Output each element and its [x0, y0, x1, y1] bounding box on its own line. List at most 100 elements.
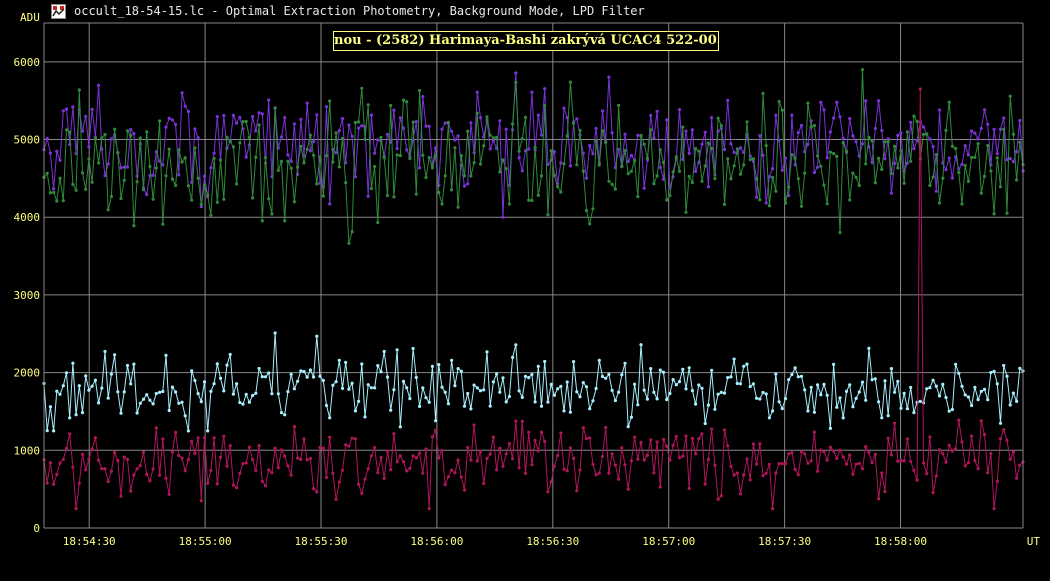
- series-point-1: [488, 133, 492, 137]
- series-point-0: [414, 120, 418, 124]
- series-point-0: [755, 195, 759, 199]
- series-point-3: [954, 447, 958, 451]
- series-point-2: [55, 389, 59, 393]
- series-point-2: [979, 389, 983, 393]
- series-point-1: [848, 198, 852, 202]
- series-point-2: [732, 357, 736, 361]
- series-point-1: [462, 174, 467, 178]
- series-point-1: [825, 202, 829, 206]
- series-point-3: [145, 472, 149, 476]
- series-point-1: [809, 125, 813, 129]
- series-point-3: [620, 446, 624, 450]
- series-point-1: [527, 198, 531, 202]
- series-point-1: [735, 147, 739, 151]
- series-point-0: [244, 155, 248, 159]
- series-point-2: [485, 350, 489, 354]
- series-point-2: [472, 383, 476, 387]
- series-point-1: [764, 144, 768, 148]
- series-point-1: [652, 182, 656, 186]
- series-point-1: [366, 103, 370, 107]
- series-point-3: [164, 476, 168, 480]
- series-point-1: [292, 200, 296, 204]
- series-point-3: [129, 489, 133, 493]
- series-point-3: [886, 436, 890, 440]
- series-point-3: [867, 450, 871, 455]
- series-point-1: [915, 119, 919, 124]
- series-point-3: [726, 444, 730, 448]
- y-tick-label: 0: [33, 522, 40, 535]
- series-point-3: [344, 443, 348, 447]
- series-point-0: [877, 99, 881, 103]
- series-point-1: [552, 173, 557, 177]
- y-tick-label: 5000: [14, 134, 41, 147]
- series-point-3: [437, 456, 441, 460]
- series-point-2: [408, 397, 412, 401]
- series-point-1: [998, 185, 1003, 189]
- series-point-3: [581, 426, 585, 430]
- series-point-0: [315, 113, 319, 117]
- series-point-2: [106, 396, 110, 400]
- series-point-2: [533, 400, 537, 404]
- series-point-2: [273, 331, 277, 335]
- series-point-0: [405, 148, 409, 152]
- series-point-2: [276, 392, 280, 396]
- series-point-1: [270, 212, 274, 216]
- series-point-0: [64, 107, 69, 111]
- series-point-2: [745, 362, 749, 366]
- series-point-3: [235, 486, 239, 490]
- series-point-2: [135, 411, 139, 415]
- series-point-2: [963, 393, 967, 397]
- series-point-2: [674, 383, 678, 387]
- series-point-1: [376, 220, 380, 225]
- series-point-0: [921, 125, 926, 129]
- series-point-1: [539, 174, 544, 178]
- series-point-1: [957, 170, 961, 175]
- series-point-2: [164, 353, 168, 357]
- series-point-1: [947, 100, 951, 104]
- series-point-2: [764, 392, 768, 396]
- series-point-0: [796, 131, 800, 135]
- series-point-0: [886, 137, 890, 141]
- series-point-2: [873, 377, 877, 381]
- series-point-2: [995, 382, 999, 386]
- series-point-3: [921, 461, 926, 465]
- series-point-2: [334, 380, 338, 384]
- series-point-3: [928, 435, 932, 439]
- series-point-3: [366, 467, 370, 471]
- series-point-1: [780, 108, 784, 112]
- series-point-1: [507, 202, 511, 206]
- series-point-0: [979, 126, 983, 130]
- series-point-3: [860, 467, 865, 471]
- series-point-1: [231, 145, 235, 149]
- series-point-3: [523, 471, 528, 475]
- series-point-2: [960, 384, 964, 388]
- series-point-0: [944, 168, 948, 172]
- series-point-0: [106, 162, 110, 166]
- series-point-2: [517, 389, 521, 393]
- series-point-3: [777, 462, 781, 466]
- series-point-1: [581, 169, 585, 173]
- x-tick-label: 18:56:00: [410, 535, 463, 548]
- series-point-2: [941, 382, 945, 386]
- series-point-3: [260, 479, 264, 483]
- series-point-3: [960, 440, 964, 444]
- series-point-3: [158, 473, 162, 477]
- series-point-1: [501, 158, 505, 162]
- series-point-2: [767, 416, 772, 420]
- series-point-2: [735, 381, 739, 386]
- series-point-2: [238, 400, 242, 405]
- series-point-2: [170, 385, 174, 389]
- series-point-0: [851, 134, 855, 138]
- series-point-3: [684, 434, 688, 438]
- series-point-3: [485, 456, 489, 461]
- series-point-3: [934, 474, 938, 478]
- series-point-1: [267, 197, 271, 201]
- series-point-3: [469, 458, 473, 462]
- series-point-0: [427, 124, 431, 128]
- x-tick-label: 18:54:30: [63, 535, 116, 548]
- series-point-0: [466, 182, 470, 186]
- series-point-2: [681, 367, 685, 371]
- series-point-3: [639, 440, 643, 444]
- series-point-2: [270, 392, 274, 396]
- series-point-2: [883, 379, 887, 383]
